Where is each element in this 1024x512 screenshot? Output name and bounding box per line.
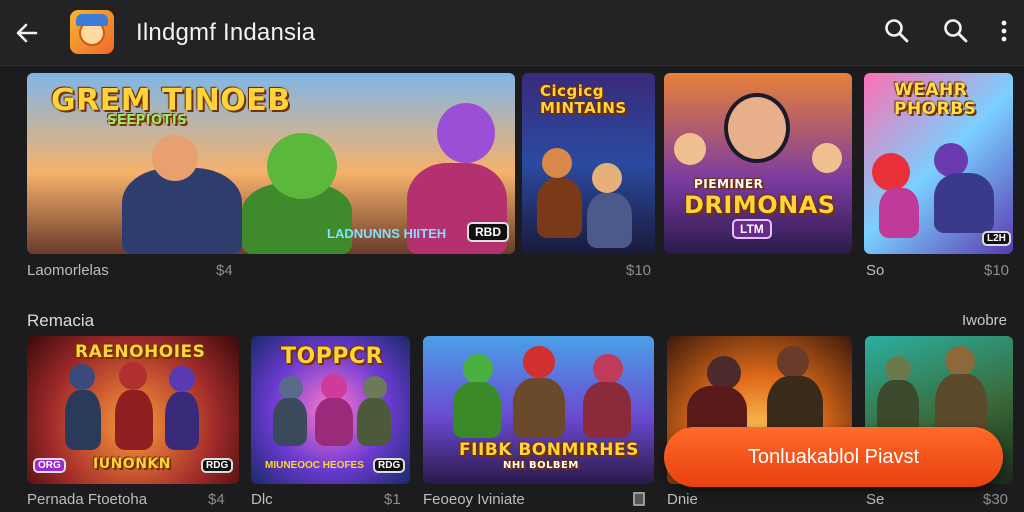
rating-badge: ORG xyxy=(33,458,66,473)
featured-card-1[interactable]: GREM TINOEB SEEPIOTIS LADNUNNS HIITEH RB… xyxy=(27,73,515,254)
game-top-label: PIEMINER xyxy=(694,177,764,191)
game-price: $30 xyxy=(983,491,1009,508)
game-wordmark: RAENOHOIES xyxy=(75,342,206,362)
back-arrow-icon[interactable] xyxy=(12,18,42,48)
featured-card-4[interactable]: WEAHR PHORBS L2H xyxy=(864,73,1013,254)
promo-strip: IUNONKN xyxy=(93,456,171,472)
featured-card-2[interactable]: Cicgicg MINTAINS xyxy=(522,73,655,254)
primary-action-button[interactable]: Tonluakablol Piavst xyxy=(664,427,1003,487)
game-title[interactable]: Dnie xyxy=(667,491,698,508)
game-price: $4 xyxy=(216,262,233,279)
game-card-1[interactable]: RAENOHOIES IUNONKN ORG RDG xyxy=(27,336,239,484)
game-title[interactable]: Laomorlelas xyxy=(27,262,109,279)
rating-badge: RDG xyxy=(201,458,234,473)
rating-badge: RDG xyxy=(373,458,406,473)
game-subtitle: NHI BOLBEM xyxy=(503,460,579,471)
more-vert-icon[interactable] xyxy=(989,16,1019,46)
section-title: Remacia xyxy=(27,311,95,330)
page-title: Ilndgmf Indansia xyxy=(136,19,316,46)
game-title[interactable]: Pernada Ftoetoha xyxy=(27,491,147,508)
game-wordmark: DRIMONAS xyxy=(684,191,836,219)
section-more-link[interactable]: Iwobre xyxy=(962,312,1007,329)
game-subtitle: SEEPIOTIS xyxy=(107,113,188,128)
game-price: $1 xyxy=(384,491,401,508)
app-logo-icon xyxy=(70,10,114,54)
game-title[interactable]: Se xyxy=(866,491,884,508)
search-icon[interactable] xyxy=(882,16,912,46)
app-bar: Ilndgmf Indansia xyxy=(0,0,1024,66)
game-title[interactable]: So xyxy=(866,262,884,279)
game-card-3[interactable]: FIIBK BONMIRHES NHI BOLBEM xyxy=(423,336,654,484)
game-title[interactable]: Feoeoy Iviniate xyxy=(423,491,525,508)
promo-strip: LADNUNNS HIITEH xyxy=(327,226,447,241)
bookmark-icon[interactable] xyxy=(630,491,648,507)
game-wordmark: FIIBK BONMIRHES xyxy=(459,440,639,460)
game-title[interactable]: Dlc xyxy=(251,491,273,508)
promo-strip: MIUNEOOC HEOFES xyxy=(265,460,364,471)
game-card-2[interactable]: TOPPCR MIUNEOOC HEOFES RDG xyxy=(251,336,410,484)
rating-badge: LTM xyxy=(732,219,772,239)
game-wordmark: TOPPCR xyxy=(281,344,384,369)
rating-badge: L2H xyxy=(982,231,1011,246)
rating-badge: RBD xyxy=(467,222,509,242)
game-price: $10 xyxy=(984,262,1010,279)
featured-card-3[interactable]: PIEMINER DRIMONAS LTM xyxy=(664,73,852,254)
game-wordmark: Cicgicg MINTAINS xyxy=(540,82,627,117)
search-icon[interactable] xyxy=(941,16,971,46)
game-price: $10 xyxy=(626,262,652,279)
game-price: $4 xyxy=(208,491,225,508)
game-wordmark: WEAHR PHORBS xyxy=(894,80,977,119)
